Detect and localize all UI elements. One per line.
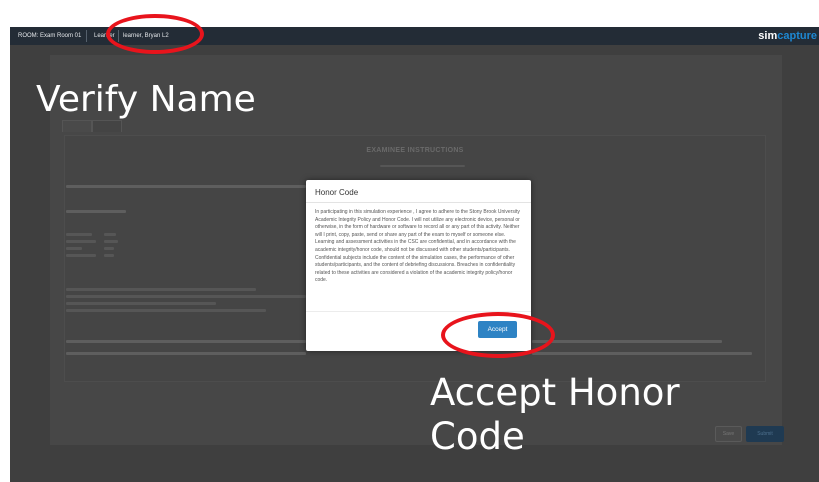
annotation-accept-line2: Code: [430, 415, 525, 458]
text-line: [66, 302, 216, 305]
text-line: [66, 254, 96, 257]
text-line: [66, 240, 96, 243]
topbar-divider: [86, 30, 87, 42]
save-button[interactable]: Save: [715, 426, 742, 442]
text-line: [104, 254, 114, 257]
text-line: [532, 352, 752, 355]
text-line: [66, 210, 126, 213]
room-label: ROOM: Exam Room 01: [18, 33, 82, 39]
divider: [306, 202, 531, 203]
tab-other[interactable]: [92, 120, 122, 132]
text-line: [104, 247, 114, 250]
highlight-circle-accept: [441, 312, 555, 358]
text-line: [532, 340, 722, 343]
tab-instructions[interactable]: [62, 120, 92, 132]
honor-code-text: In participating in this simulation expe…: [315, 209, 520, 284]
submit-button[interactable]: Submit: [746, 426, 784, 442]
dialog-title: Honor Code: [315, 188, 359, 197]
text-line: [66, 233, 92, 236]
text-line: [66, 295, 306, 298]
text-line: [380, 165, 465, 167]
text-line: [66, 288, 256, 291]
text-line: [66, 309, 266, 312]
text-line: [104, 240, 118, 243]
annotation-accept-line1: Accept Honor: [430, 371, 680, 414]
text-line: [66, 352, 306, 355]
screenshot: ROOM: Exam Room 01 Learner learner, Brya…: [0, 0, 819, 482]
text-line: [104, 233, 116, 236]
instructions-heading: EXAMINEE INSTRUCTIONS: [366, 147, 464, 154]
text-line: [66, 247, 82, 250]
text-line: [66, 340, 306, 343]
highlight-circle-name: [106, 14, 204, 54]
text-line: [66, 185, 306, 188]
annotation-verify-name: Verify Name: [36, 79, 256, 120]
simcapture-logo: simcapture: [758, 30, 817, 42]
